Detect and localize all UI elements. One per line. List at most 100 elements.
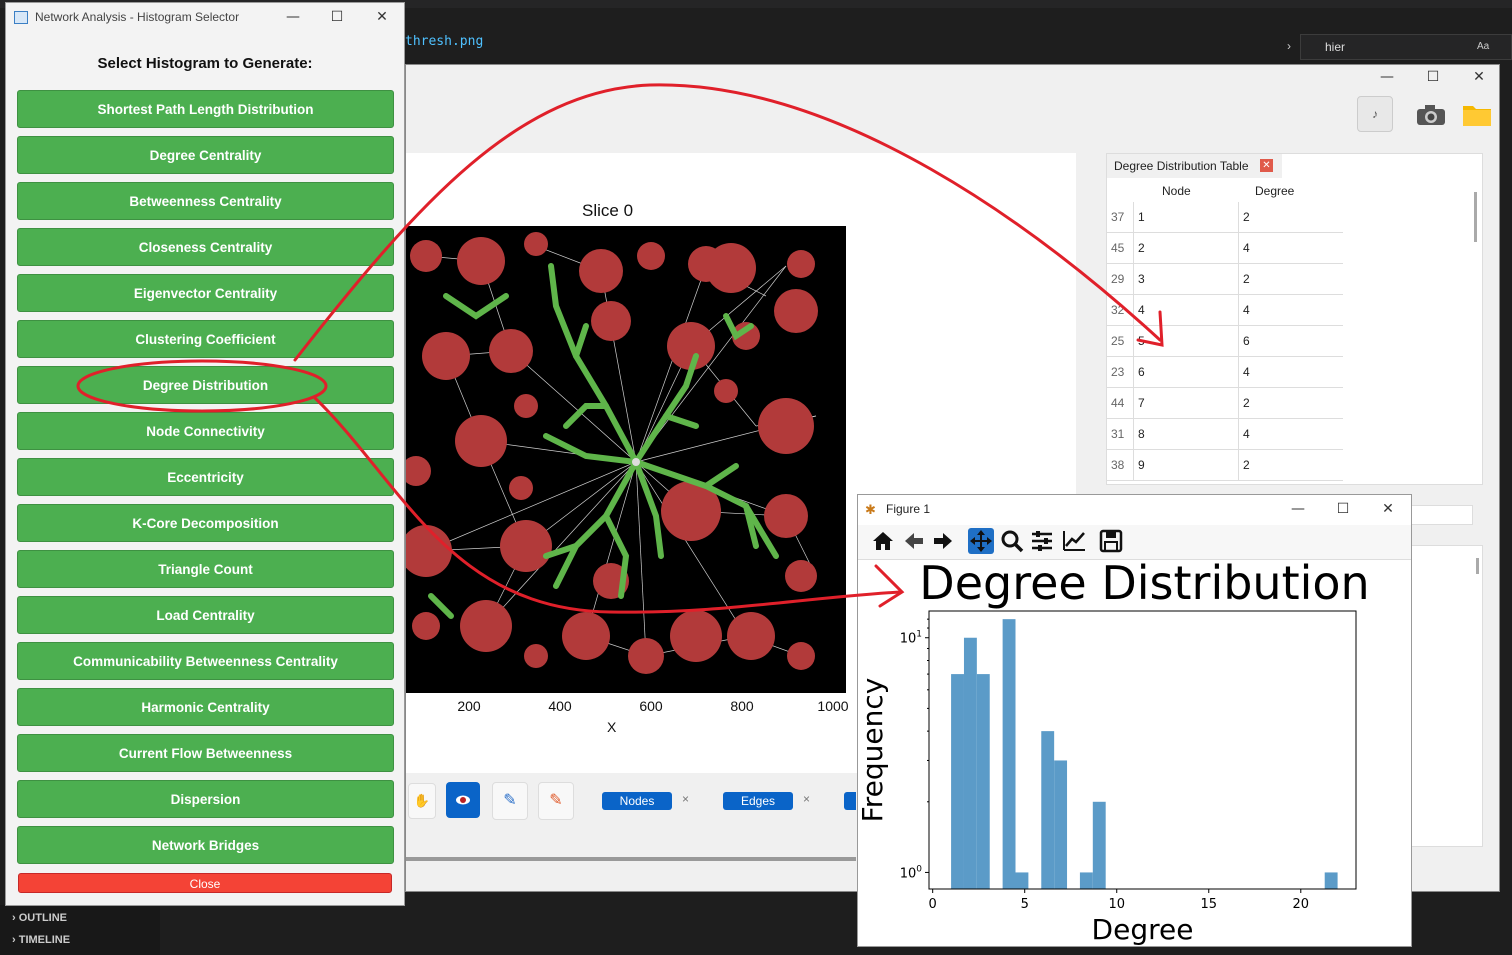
edges-chip-remove[interactable]: × — [803, 792, 810, 806]
degree-cell[interactable]: 2 — [1238, 202, 1343, 233]
music-note-icon[interactable]: ♪ — [1357, 96, 1393, 132]
close-window-button[interactable]: ✕ — [1464, 65, 1494, 89]
node-cell[interactable]: 5 — [1133, 325, 1239, 357]
node-cell[interactable]: 8 — [1133, 418, 1239, 450]
network-image[interactable] — [406, 226, 846, 693]
histogram-button-communicability-betweenness-centrality[interactable]: Communicability Betweenness Centrality — [17, 642, 394, 680]
pen-icon[interactable]: ✎ — [492, 782, 528, 820]
close-button[interactable]: Close — [18, 873, 392, 893]
eraser-icon[interactable]: ✎ — [538, 782, 574, 820]
histogram-chart[interactable]: 0 5 10 15 20 100 101 Degree Frequency — [858, 605, 1411, 947]
table-row[interactable]: 31 8 4 — [1107, 418, 1343, 450]
table-row[interactable]: 45 2 4 — [1107, 232, 1343, 264]
nodes-chip[interactable]: Nodes — [602, 792, 672, 810]
degree-cell[interactable]: 2 — [1238, 387, 1343, 419]
table-scrollbar[interactable] — [1474, 192, 1477, 242]
header-node[interactable]: Node — [1162, 184, 1191, 198]
maximize-button[interactable]: ☐ — [322, 5, 352, 29]
table-row[interactable]: 44 7 2 — [1107, 387, 1343, 419]
row-header[interactable]: 45 — [1107, 232, 1134, 264]
close-window-button[interactable]: ✕ — [367, 5, 397, 29]
degree-cell[interactable]: 4 — [1238, 232, 1343, 264]
degree-cell[interactable]: 6 — [1238, 325, 1343, 357]
selector-window-title: Network Analysis - Histogram Selector — [35, 10, 240, 24]
minimize-button[interactable]: — — [1283, 497, 1313, 521]
histogram-button-closeness-centrality[interactable]: Closeness Centrality — [17, 228, 394, 266]
degree-cell[interactable]: 4 — [1238, 418, 1343, 450]
match-case-toggle[interactable]: Aa — [1477, 41, 1489, 52]
camera-icon[interactable] — [1414, 103, 1448, 127]
folder-icon[interactable] — [1462, 101, 1492, 127]
tab-degree-distribution-table[interactable]: Degree Distribution Table ✕ — [1107, 154, 1282, 180]
row-header[interactable]: 25 — [1107, 325, 1134, 357]
histogram-button-betweenness-centrality[interactable]: Betweenness Centrality — [17, 182, 394, 220]
histogram-button-shortest-path-length-distribution[interactable]: Shortest Path Length Distribution — [17, 90, 394, 128]
table-row[interactable]: 25 5 6 — [1107, 325, 1343, 357]
back-arrow-icon[interactable] — [901, 528, 927, 554]
row-header[interactable]: 32 — [1107, 294, 1134, 326]
node-cell[interactable]: 4 — [1133, 294, 1239, 326]
ide-filename[interactable]: thresh.png — [405, 34, 483, 49]
horizontal-scrollbar[interactable] — [406, 857, 856, 861]
histogram-button-degree-centrality[interactable]: Degree Centrality — [17, 136, 394, 174]
edges-chip[interactable]: Edges — [723, 792, 793, 810]
histogram-button-triangle-count[interactable]: Triangle Count — [17, 550, 394, 588]
row-header[interactable]: 44 — [1107, 387, 1134, 419]
eye-toggle-button[interactable] — [446, 782, 480, 818]
node-cell[interactable]: 2 — [1133, 232, 1239, 264]
degree-cell[interactable]: 2 — [1238, 263, 1343, 295]
histogram-button-clustering-coefficient[interactable]: Clustering Coefficient — [17, 320, 394, 358]
histogram-button-load-centrality[interactable]: Load Centrality — [17, 596, 394, 634]
row-header[interactable]: 37 — [1107, 202, 1134, 233]
row-header[interactable]: 29 — [1107, 263, 1134, 295]
degree-cell[interactable]: 2 — [1238, 449, 1343, 481]
maximize-button[interactable]: ☐ — [1328, 497, 1358, 521]
home-icon[interactable] — [870, 528, 896, 554]
histogram-button-harmonic-centrality[interactable]: Harmonic Centrality — [17, 688, 394, 726]
close-tab-icon[interactable]: ✕ — [1260, 159, 1273, 172]
row-header[interactable]: 38 — [1107, 449, 1134, 481]
histogram-button-dispersion[interactable]: Dispersion — [17, 780, 394, 818]
degree-cell[interactable]: 4 — [1238, 356, 1343, 388]
header-degree[interactable]: Degree — [1255, 184, 1294, 198]
outline-section[interactable]: › OUTLINE — [0, 907, 160, 929]
minimize-button[interactable]: — — [278, 5, 308, 29]
histogram-button-eccentricity[interactable]: Eccentricity — [17, 458, 394, 496]
table-row[interactable]: 38 9 2 — [1107, 449, 1343, 481]
pan-icon[interactable] — [968, 528, 994, 554]
save-icon[interactable] — [1098, 528, 1124, 554]
maximize-button[interactable]: ☐ — [1418, 65, 1448, 89]
histogram-button-degree-distribution[interactable]: Degree Distribution — [17, 366, 394, 404]
forward-arrow-icon[interactable] — [930, 528, 956, 554]
degree-cell[interactable]: 4 — [1238, 294, 1343, 326]
chip-partial[interactable] — [844, 792, 856, 810]
chevron-right-icon[interactable]: › — [1287, 39, 1291, 53]
hand-tool-icon[interactable]: ✋ — [408, 783, 436, 819]
histogram-button-k-core-decomposition[interactable]: K-Core Decomposition — [17, 504, 394, 542]
node-cell[interactable]: 7 — [1133, 387, 1239, 419]
configure-subplots-icon[interactable] — [1029, 528, 1055, 554]
table-row[interactable]: 37 1 2 — [1107, 202, 1343, 233]
row-header[interactable]: 31 — [1107, 418, 1134, 450]
ide-search-input[interactable]: › hier Aa — [1287, 34, 1512, 60]
node-cell[interactable]: 1 — [1133, 202, 1239, 233]
close-window-button[interactable]: ✕ — [1373, 497, 1403, 521]
edit-axis-icon[interactable] — [1061, 528, 1087, 554]
histogram-button-network-bridges[interactable]: Network Bridges — [17, 826, 394, 864]
node-cell[interactable]: 3 — [1133, 263, 1239, 295]
table-row[interactable]: 29 3 2 — [1107, 263, 1343, 295]
histogram-button-current-flow-betweenness[interactable]: Current Flow Betweenness — [17, 734, 394, 772]
histogram-button-node-connectivity[interactable]: Node Connectivity — [17, 412, 394, 450]
node-cell[interactable]: 9 — [1133, 449, 1239, 481]
table-row[interactable]: 32 4 4 — [1107, 294, 1343, 326]
table-row[interactable]: 23 6 4 — [1107, 356, 1343, 388]
row-header[interactable]: 23 — [1107, 356, 1134, 388]
node-cell[interactable]: 6 — [1133, 356, 1239, 388]
timeline-section[interactable]: › TIMELINE — [0, 929, 160, 951]
matplotlib-icon: ✱ — [865, 502, 876, 517]
minimize-button[interactable]: — — [1372, 65, 1402, 89]
histogram-button-eigenvector-centrality[interactable]: Eigenvector Centrality — [17, 274, 394, 312]
nodes-chip-remove[interactable]: × — [682, 792, 689, 806]
info-scrollbar[interactable] — [1476, 558, 1479, 574]
zoom-icon[interactable] — [999, 528, 1025, 554]
